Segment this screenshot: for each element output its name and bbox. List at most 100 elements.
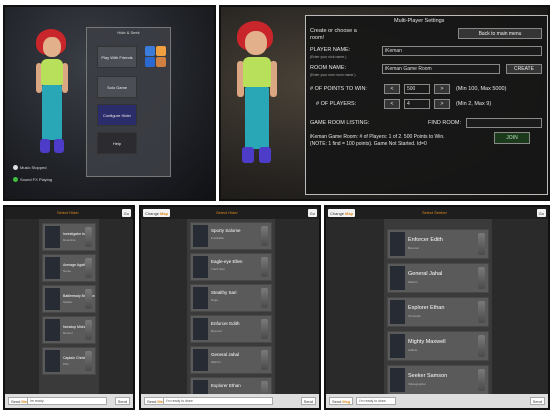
list-item[interactable]: Average Agatha Nurse: [42, 254, 96, 282]
item-name: Explorer Ethan: [408, 305, 445, 311]
scrollbar[interactable]: [544, 219, 548, 394]
solo-game-button[interactable]: Solo Game: [97, 76, 137, 98]
points-range: (Min 100, Max 5000): [456, 86, 507, 92]
change-label: Change: [330, 210, 345, 216]
players-increment-button[interactable]: >: [434, 99, 450, 109]
list-item[interactable]: Nonstop Michelle Runner: [42, 316, 96, 344]
music-status[interactable]: Music Stopped: [13, 165, 46, 170]
room-entry-line-1[interactable]: iKeman Game Room: # of Players: 1 of 2. …: [310, 134, 445, 140]
character-figure: [233, 17, 293, 187]
list-item[interactable]: Investigator Isaiah Detective: [42, 223, 96, 251]
item-name: General Jahal: [408, 271, 443, 277]
list-item[interactable]: Explorer Ethan Chronicle: [387, 297, 489, 327]
send-button[interactable]: Send: [114, 397, 130, 405]
send-button[interactable]: Send: [300, 397, 316, 405]
send-button[interactable]: Send: [529, 397, 545, 405]
message-input[interactable]: Im ready: [27, 397, 107, 405]
scrollbar[interactable]: [315, 219, 319, 394]
item-name: Sporty Salome: [211, 228, 241, 233]
change-map-button[interactable]: Change Map: [328, 209, 356, 217]
avatar: [193, 349, 208, 371]
players-input[interactable]: 4: [404, 99, 430, 109]
sound-status[interactable]: Sound FX Playing: [13, 177, 52, 182]
list-item[interactable]: Enforcer Edith Bouncer: [190, 315, 272, 343]
avatar: [45, 288, 60, 310]
list-item[interactable]: Sporty Salome Footballer: [190, 222, 272, 250]
avatar: [193, 256, 208, 278]
hider-select-screen-1: Select Hider Go Investigator Isaiah Dete…: [3, 205, 135, 410]
send-msg-button[interactable]: Send Msg: [329, 397, 354, 405]
room-entry-line-2[interactable]: (NOTE: 1 find = 100 points). Game Not St…: [310, 141, 427, 147]
list-item[interactable]: Seeker Samson Videographer: [387, 365, 489, 395]
avatar: [45, 257, 60, 279]
player-name-input[interactable]: iKeman: [382, 46, 542, 56]
item-name: Eagle-eye Ellen: [211, 259, 243, 264]
find-room-label: FIND ROOM:: [428, 120, 461, 126]
join-button[interactable]: JOIN: [494, 132, 530, 144]
send-label: Send: [11, 398, 21, 404]
item-subtitle: Bouncer: [408, 246, 420, 250]
avatar: [45, 350, 60, 372]
list-item[interactable]: General Jahal Warrior: [190, 346, 272, 374]
main-menu: Hide & Seek Play With Friends Solo Game …: [86, 27, 171, 177]
find-room-input[interactable]: [466, 118, 542, 128]
character-preview-icon: [85, 227, 92, 247]
item-subtitle: Videographer: [408, 382, 426, 386]
item-subtitle: Detective: [63, 238, 76, 242]
help-button[interactable]: Help: [97, 132, 137, 154]
bottom-bar: Send Msg Im ready Send: [5, 394, 133, 408]
list-item[interactable]: Battleready Bronson Soldier: [42, 285, 96, 313]
go-button[interactable]: Go: [121, 209, 131, 217]
screen-title: Select Hider: [216, 210, 238, 215]
list-item[interactable]: Stealthy Sari Ninja: [190, 284, 272, 312]
play-with-friends-button[interactable]: Play With Friends: [97, 46, 137, 68]
avatar: [45, 226, 60, 248]
game-center-icon[interactable]: [145, 46, 167, 68]
item-subtitle: Nurse: [63, 269, 72, 273]
message-input[interactable]: I'm ready to draw: [356, 397, 396, 405]
item-subtitle: Soldier: [63, 300, 73, 304]
dialog-title: Multi-Player Settings: [394, 18, 445, 24]
bottom-bar: Send Msg I'm ready to draw Send: [326, 394, 548, 408]
list-item[interactable]: Captain Christine Pilot: [42, 347, 96, 375]
change-map-button[interactable]: Change Map: [143, 209, 171, 217]
avatar: [193, 287, 208, 309]
avatar: [390, 266, 405, 290]
character-preview-icon: [85, 258, 92, 278]
avatar: [193, 225, 208, 247]
list-item[interactable]: General Jahal Warrior: [387, 263, 489, 293]
go-button[interactable]: Go: [536, 209, 546, 217]
scrollbar[interactable]: [129, 219, 133, 394]
character-list: Investigator Isaiah Detective Average Ag…: [39, 219, 99, 394]
list-item[interactable]: Eagle-eye Ellen Track Star: [190, 253, 272, 281]
points-increment-button[interactable]: >: [434, 84, 450, 94]
points-to-win-input[interactable]: 500: [404, 84, 430, 94]
item-subtitle: Pilot: [63, 362, 69, 366]
players-decrement-button[interactable]: <: [384, 99, 400, 109]
points-decrement-button[interactable]: <: [384, 84, 400, 94]
room-name-input[interactable]: iKeman Game Room: [382, 64, 500, 74]
item-subtitle: Chronicle: [408, 314, 421, 318]
go-button[interactable]: Go: [307, 209, 317, 217]
create-button[interactable]: CREATE: [506, 64, 542, 74]
top-bar: Change Map Select Hider Go: [141, 207, 319, 219]
item-subtitle: Footballer: [211, 236, 225, 240]
back-to-main-menu-button[interactable]: Back to main menu: [458, 28, 542, 39]
list-item[interactable]: Mighty Maxwell Athlete: [387, 331, 489, 361]
character-list: Enforcer Edith Bouncer General Jahal War…: [384, 219, 492, 395]
item-name: Stealthy Sari: [211, 290, 237, 295]
item-subtitle: Ninja: [211, 298, 218, 302]
message-input[interactable]: I'm ready to draw: [163, 397, 273, 405]
character-preview-icon: [261, 350, 268, 370]
send-label: Send: [332, 398, 342, 404]
players-range: (Min 2, Max 9): [456, 101, 492, 107]
configure-hider-button[interactable]: Configure Hider: [97, 104, 137, 126]
character-preview-icon: [478, 233, 485, 255]
list-item[interactable]: Enforcer Edith Bouncer: [387, 229, 489, 259]
sound-status-label: Sound FX Playing: [20, 177, 53, 182]
avatar: [193, 318, 208, 340]
avatar: [390, 334, 405, 358]
character-preview-icon: [478, 267, 485, 289]
character-list: Sporty Salome Footballer Eagle-eye Ellen…: [187, 219, 275, 405]
item-name: General Jahal: [211, 352, 240, 357]
